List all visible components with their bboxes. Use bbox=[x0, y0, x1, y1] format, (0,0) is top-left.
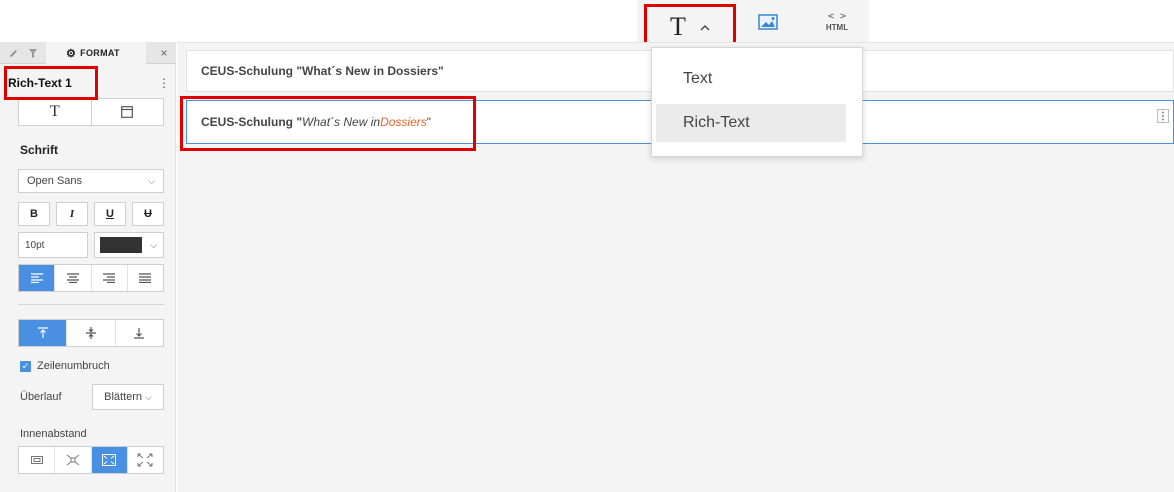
padding-medium-icon bbox=[102, 454, 117, 466]
word-wrap-label: Zeilenumbruch bbox=[37, 360, 110, 372]
container-icon bbox=[121, 106, 134, 118]
vertical-align-buttons bbox=[18, 319, 164, 347]
bold-button[interactable]: B bbox=[18, 202, 50, 226]
font-family-select[interactable]: Open Sans ⌵ bbox=[18, 169, 164, 193]
align-right-icon bbox=[103, 273, 116, 283]
align-center-icon bbox=[66, 273, 79, 283]
text-type-dropdown: Text Rich-Text bbox=[651, 47, 863, 157]
padding-medium-button[interactable] bbox=[91, 447, 128, 473]
align-middle-icon bbox=[85, 327, 96, 339]
font-section-title: Schrift bbox=[20, 143, 59, 157]
chevron-down-icon: ⌵ bbox=[148, 175, 155, 186]
text-color-picker[interactable]: ⌵ bbox=[94, 232, 164, 258]
align-right-button[interactable] bbox=[92, 265, 128, 291]
chevron-down-icon: ⌵ bbox=[145, 391, 152, 402]
filter-icon bbox=[29, 48, 37, 58]
align-justify-icon bbox=[139, 273, 152, 283]
font-family-value: Open Sans bbox=[27, 175, 83, 187]
align-top-icon bbox=[37, 327, 48, 338]
underline-button[interactable]: U bbox=[94, 202, 126, 226]
color-swatch bbox=[100, 237, 142, 253]
padding-large-button[interactable] bbox=[128, 447, 163, 473]
padding-small-button[interactable] bbox=[55, 447, 92, 473]
html-label: HTML bbox=[825, 22, 849, 32]
text-align-buttons bbox=[18, 264, 164, 292]
overflow-value: Blättern bbox=[104, 391, 143, 403]
tab-filter[interactable] bbox=[26, 42, 40, 64]
align-bottom-icon bbox=[134, 328, 145, 339]
align-left-icon bbox=[30, 273, 43, 283]
align-bottom-button[interactable] bbox=[116, 320, 163, 346]
align-middle-button[interactable] bbox=[67, 320, 116, 346]
strikethrough-button[interactable]: U bbox=[132, 202, 164, 226]
align-justify-button[interactable] bbox=[128, 265, 163, 291]
font-size-field[interactable]: 10pt bbox=[18, 232, 88, 258]
text-block-content: CEUS-Schulung "What´s New in Dossiers" bbox=[201, 64, 444, 78]
more-options-icon[interactable]: ⋮ bbox=[1157, 109, 1169, 123]
text-type-button[interactable]: T bbox=[19, 99, 92, 125]
padding-none-icon bbox=[30, 456, 43, 464]
padding-none-button[interactable] bbox=[19, 447, 56, 473]
italic-button[interactable]: I bbox=[56, 202, 88, 226]
font-style-buttons: B I U U bbox=[18, 202, 164, 226]
container-type-button[interactable] bbox=[92, 99, 164, 125]
text-icon: T bbox=[670, 12, 686, 41]
padding-buttons bbox=[18, 446, 164, 474]
word-wrap-checkbox[interactable]: ✓ Zeilenumbruch bbox=[20, 360, 110, 372]
tab-format-label: FORMAT bbox=[80, 48, 120, 58]
rich-text-orange: Dossiers bbox=[380, 115, 427, 129]
menu-item-text[interactable]: Text bbox=[656, 60, 846, 98]
chevron-up-icon bbox=[700, 24, 710, 30]
overflow-label: Überlauf bbox=[20, 391, 62, 403]
html-insert-button[interactable]: < > HTML bbox=[812, 0, 862, 44]
rich-text-suffix: " bbox=[426, 115, 432, 129]
more-options-icon[interactable]: ⋮ bbox=[158, 76, 170, 90]
image-insert-button[interactable] bbox=[748, 0, 788, 44]
padding-small-icon bbox=[66, 454, 80, 466]
text-type-switch: T bbox=[18, 98, 164, 126]
align-left-button[interactable] bbox=[19, 265, 56, 291]
object-title: Rich-Text 1 bbox=[8, 76, 72, 90]
panel-tabs: ⚙ FORMAT × bbox=[0, 42, 176, 64]
padding-large-icon bbox=[137, 453, 153, 467]
close-icon: × bbox=[160, 46, 168, 60]
tab-edit[interactable] bbox=[6, 42, 20, 64]
pencil-icon bbox=[9, 49, 17, 57]
align-top-button[interactable] bbox=[19, 320, 68, 346]
close-panel-button[interactable]: × bbox=[156, 42, 172, 64]
chevron-down-icon: ⌵ bbox=[150, 239, 157, 250]
padding-label: Innenabstand bbox=[20, 428, 87, 440]
gear-icon: ⚙ bbox=[66, 47, 77, 60]
overflow-select[interactable]: Blättern ⌵ bbox=[92, 384, 164, 410]
align-center-button[interactable] bbox=[55, 265, 92, 291]
tab-format[interactable]: ⚙ FORMAT bbox=[46, 42, 146, 64]
code-icon: < > bbox=[827, 10, 847, 22]
checkmark-icon: ✓ bbox=[20, 360, 31, 372]
rich-text-italic: What´s New in bbox=[302, 115, 381, 129]
format-panel: ⚙ FORMAT × Rich-Text 1 ⋮ T Schrift Open … bbox=[0, 42, 176, 492]
rich-text-prefix: CEUS-Schulung " bbox=[201, 115, 303, 129]
image-icon bbox=[758, 14, 778, 30]
panel-divider bbox=[18, 304, 164, 305]
menu-item-rich-text[interactable]: Rich-Text bbox=[656, 104, 846, 142]
